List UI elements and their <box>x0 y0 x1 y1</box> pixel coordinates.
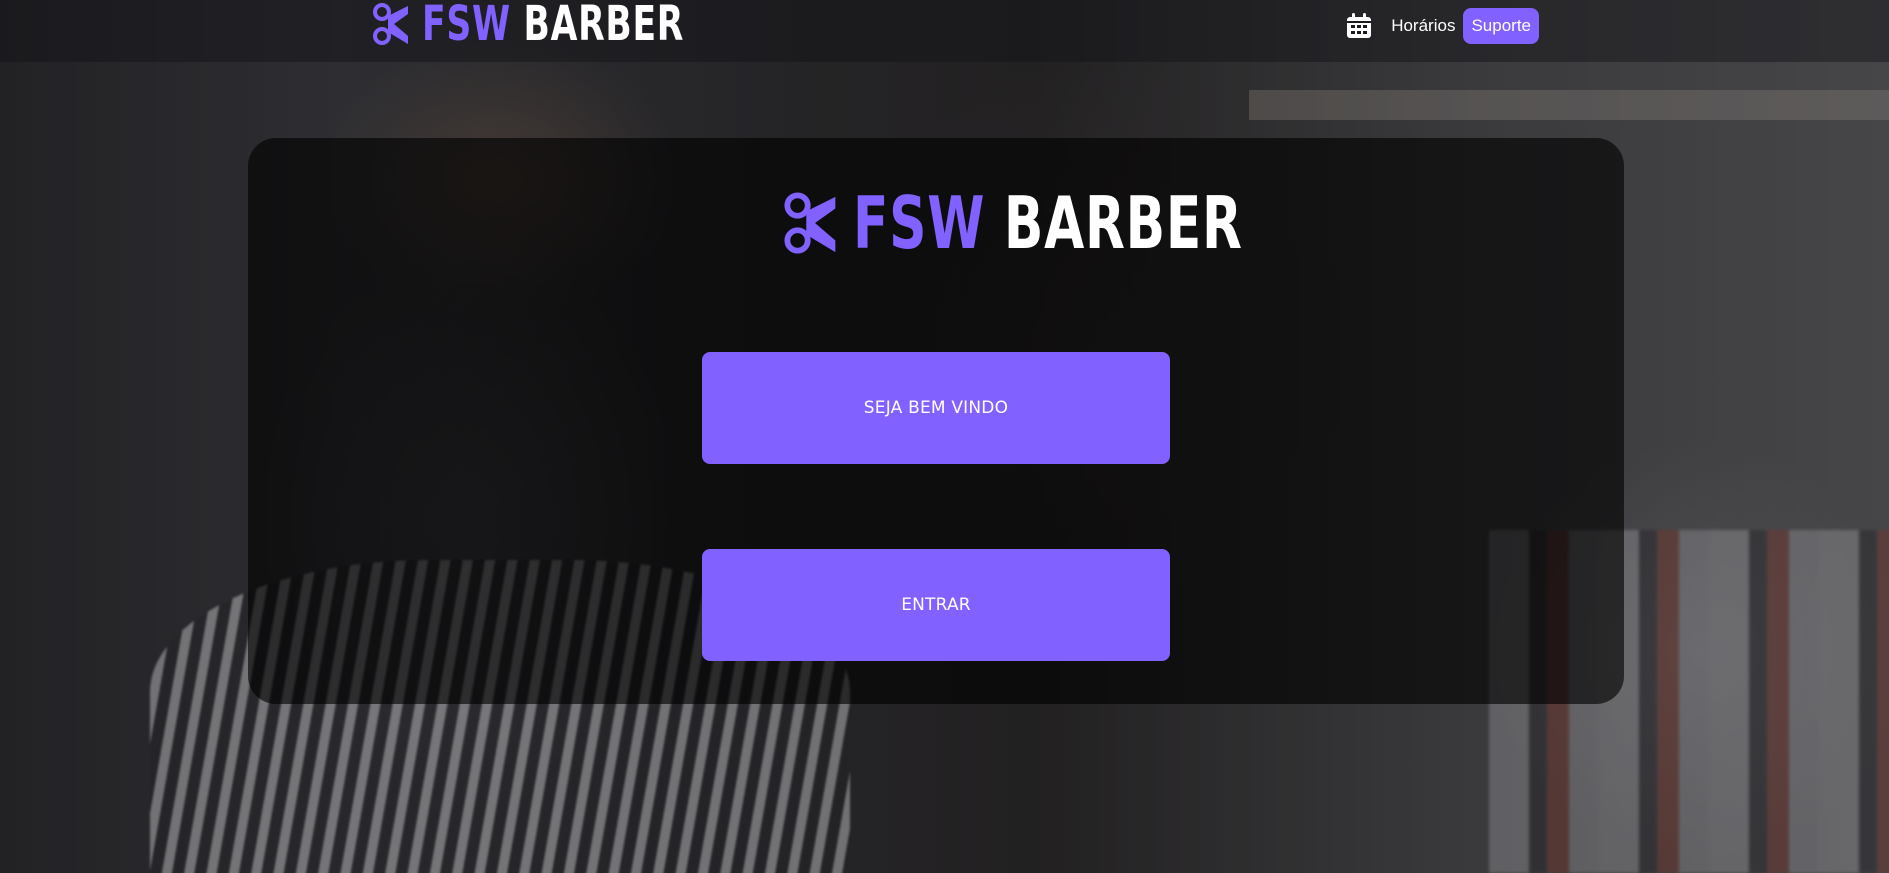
calendar-icon[interactable] <box>1345 12 1373 40</box>
scissors-logo-icon <box>373 3 408 45</box>
header-logo[interactable]: FSW BARBER <box>372 0 786 54</box>
page: FSW BARBER Horários Suporte FSW BARBER S… <box>0 0 1889 873</box>
logo-fsw-text: FSW <box>422 0 511 52</box>
welcome-panel: FSW BARBER SEJA BEM VINDO ENTRAR <box>248 138 1624 704</box>
logo-wordmark: FSW BARBER <box>853 178 1243 268</box>
nav-link-horarios[interactable]: Horários <box>1391 16 1455 36</box>
main-logo: FSW BARBER <box>783 178 1394 268</box>
logo-barber-text: BARBER <box>523 0 685 52</box>
logo-barber-text: BARBER <box>1003 181 1243 265</box>
logo-wordmark: FSW BARBER <box>422 0 684 54</box>
welcome-button[interactable]: SEJA BEM VINDO <box>702 352 1170 464</box>
header-nav: Horários Suporte <box>1345 8 1539 44</box>
nav-link-suporte[interactable]: Suporte <box>1463 8 1539 44</box>
logo-fsw-text: FSW <box>853 181 986 265</box>
top-navbar: FSW BARBER Horários Suporte <box>0 0 1889 62</box>
enter-button[interactable]: ENTRAR <box>702 549 1170 661</box>
scissors-logo-icon <box>784 192 836 254</box>
